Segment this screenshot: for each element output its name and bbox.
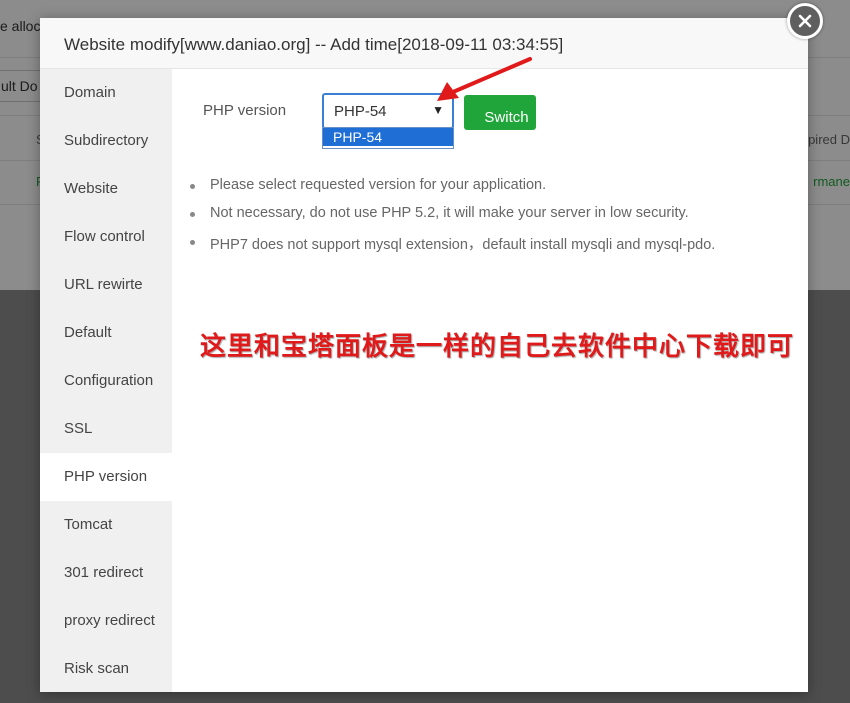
sidebar-item-website[interactable]: Website — [40, 165, 172, 213]
sidebar-item-301-redirect[interactable]: 301 redirect — [40, 549, 172, 597]
tip-item: Not necessary, do not use PHP 5.2, it wi… — [190, 205, 715, 233]
sidebar-item-default[interactable]: Default — [40, 309, 172, 357]
php-version-dropdown-list: PHP-54 — [322, 127, 454, 149]
sidebar-item-php-version[interactable]: PHP version — [40, 453, 172, 501]
bullet-icon — [190, 240, 195, 245]
settings-sidebar: Domain Subdirectory Website Flow control… — [40, 69, 172, 692]
tip-text: Please select requested version for your… — [210, 177, 547, 193]
tip-item: PHP7 does not support mysql extension，de… — [190, 233, 715, 261]
php-version-panel: PHP version PHP-54 ▼ PHP-54 Switch Pleas… — [172, 69, 808, 692]
tip-text: PHP7 does not support mysql extension，de… — [210, 237, 716, 253]
bullet-icon — [190, 212, 195, 217]
close-icon — [798, 14, 812, 28]
sidebar-item-tomcat[interactable]: Tomcat — [40, 501, 172, 549]
dialog-header: Website modify[www.daniao.org] -- Add ti… — [40, 18, 808, 69]
website-modify-dialog: Website modify[www.daniao.org] -- Add ti… — [40, 18, 808, 692]
tip-text: Not necessary, do not use PHP 5.2, it wi… — [210, 205, 689, 221]
bullet-icon — [190, 184, 195, 189]
sidebar-item-risk-scan[interactable]: Risk scan — [40, 645, 172, 693]
close-dialog-button[interactable] — [787, 3, 823, 39]
annotation-arrow-icon — [437, 57, 532, 101]
sidebar-item-ssl[interactable]: SSL — [40, 405, 172, 453]
tips-list: Please select requested version for your… — [190, 177, 715, 261]
php-version-selected-value: PHP-54 — [334, 103, 387, 120]
dialog-title: Website modify[www.daniao.org] -- Add ti… — [64, 35, 564, 54]
sidebar-item-proxy-redirect[interactable]: proxy redirect — [40, 597, 172, 645]
php-version-label: PHP version — [203, 102, 287, 119]
php-version-option[interactable]: PHP-54 — [323, 128, 453, 146]
sidebar-item-url-rewrite[interactable]: URL rewirte — [40, 261, 172, 309]
annotation-text: 这里和宝塔面板是一样的自己去软件中心下载即可 — [200, 332, 795, 362]
sidebar-item-subdirectory[interactable]: Subdirectory — [40, 117, 172, 165]
sidebar-item-domain[interactable]: Domain — [40, 69, 172, 117]
tip-item: Please select requested version for your… — [190, 177, 715, 205]
sidebar-item-configuration[interactable]: Configuration — [40, 357, 172, 405]
sidebar-item-flow-control[interactable]: Flow control — [40, 213, 172, 261]
